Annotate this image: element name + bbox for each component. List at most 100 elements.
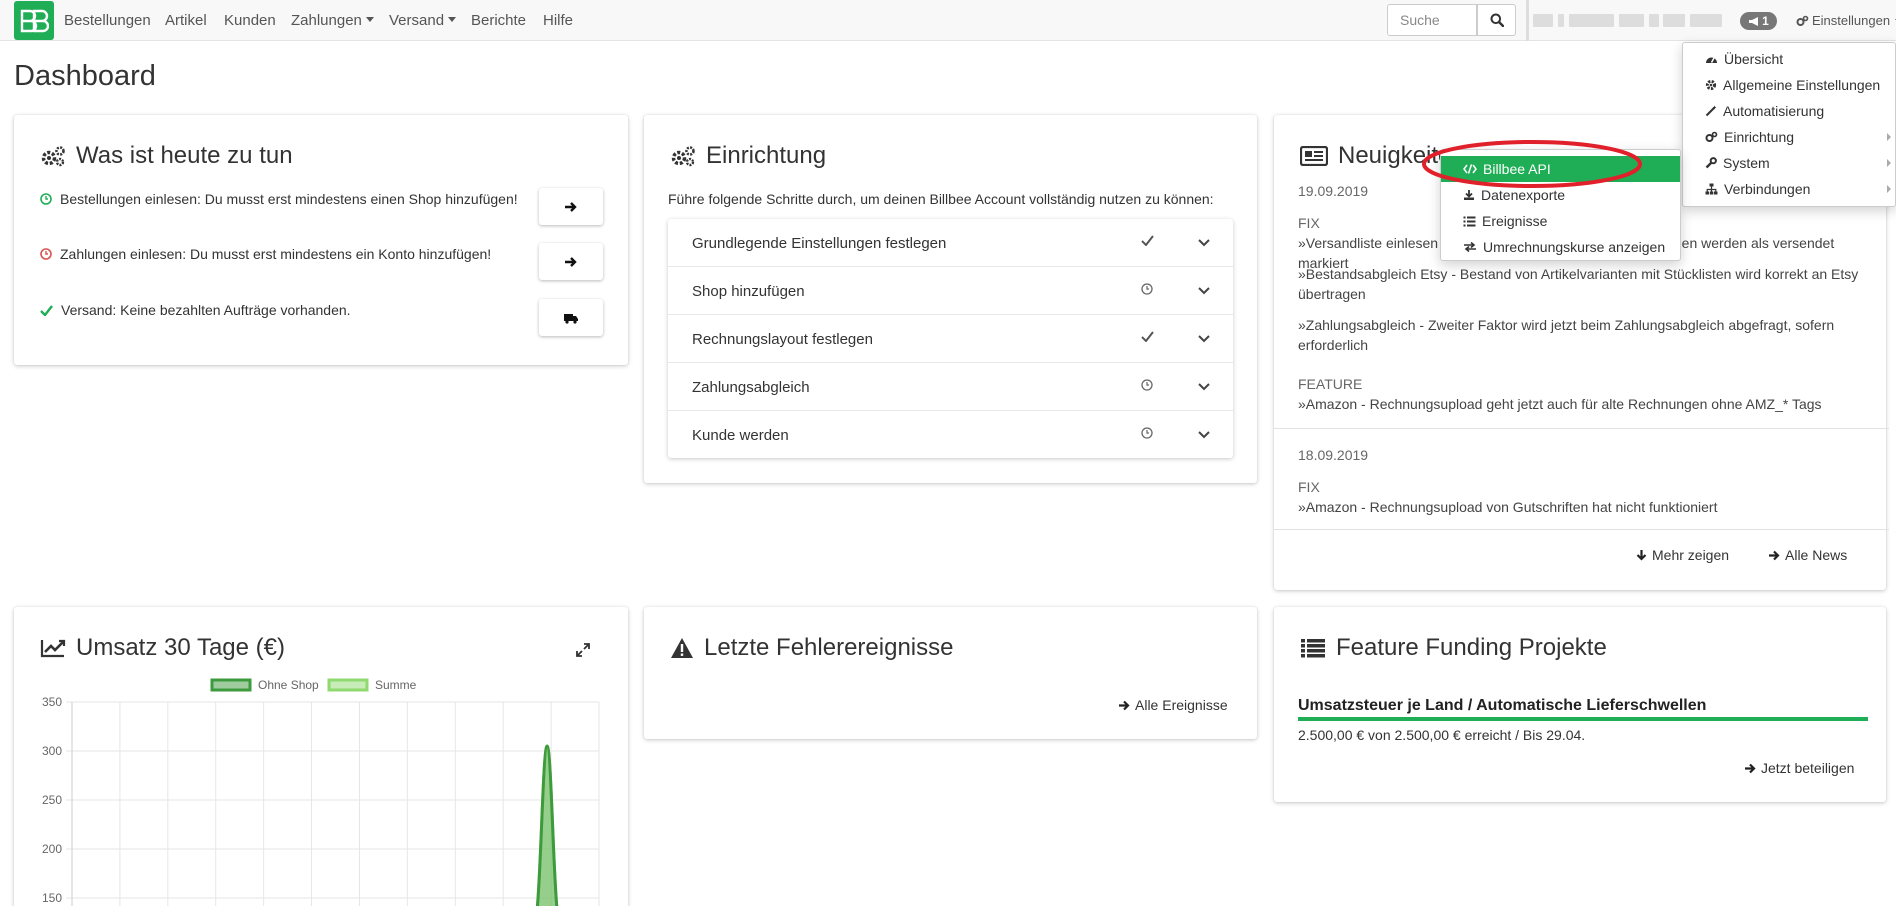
settings-item-system[interactable]: System xyxy=(1683,150,1896,176)
todo-panel: Was ist heute zu tun Bestellungen einles… xyxy=(14,115,628,365)
gears-icon xyxy=(671,146,695,167)
notifications-badge[interactable]: 1 xyxy=(1740,12,1777,30)
expand-icon[interactable] xyxy=(576,643,590,657)
check-icon xyxy=(1141,235,1154,246)
legend-swatch xyxy=(210,678,252,692)
settings-item-general[interactable]: Allgemeine Einstellungen xyxy=(1683,72,1896,98)
chevron-down-icon[interactable] xyxy=(1198,383,1210,391)
nav-kunden[interactable]: Kunden xyxy=(224,12,276,29)
chevron-down-icon[interactable] xyxy=(1198,431,1210,439)
gears-icon xyxy=(1705,131,1718,142)
errors-panel: Letzte Fehlerereignisse Alle Ereignisse xyxy=(644,607,1257,739)
news-entry: »Zahlungsabgleich - Zweiter Faktor wird … xyxy=(1298,317,1835,353)
todo-item-text: Zahlungen einlesen: Du musst erst mindes… xyxy=(60,246,492,262)
funding-progress-text: 2.500,00 € von 2.500,00 € erreicht / Bis… xyxy=(1298,727,1586,743)
legend-label: Ohne Shop xyxy=(258,678,319,692)
search-button[interactable] xyxy=(1477,4,1516,36)
settings-label: Einstellungen xyxy=(1812,13,1891,28)
highlight-annotation xyxy=(1422,140,1642,188)
y-tick-label: 300 xyxy=(42,744,62,758)
clock-icon xyxy=(1141,283,1153,295)
setup-step[interactable]: Rechnungslayout festlegen xyxy=(668,315,1233,363)
funding-project-title[interactable]: Umsatzsteuer je Land / Automatische Lief… xyxy=(1298,697,1706,715)
setup-intro: Führe folgende Schritte durch, um deinen… xyxy=(668,191,1214,207)
setup-step[interactable]: Shop hinzufügen xyxy=(668,267,1233,315)
settings-item-label: Allgemeine Einstellungen xyxy=(1723,77,1881,93)
nav-versand[interactable]: Versand xyxy=(389,12,457,29)
nav-separator xyxy=(1526,0,1529,41)
clock-icon xyxy=(40,193,52,205)
clock-icon xyxy=(40,248,52,260)
todo-item-text: Versand: Keine bezahlten Aufträge vorhan… xyxy=(61,302,351,318)
todo-title-text: Was ist heute zu tun xyxy=(76,142,293,169)
submenu-caret-icon xyxy=(1887,159,1891,167)
settings-item-automation[interactable]: Automatisierung xyxy=(1683,98,1896,124)
nav-artikel[interactable]: Artikel xyxy=(165,12,207,29)
news-more-link[interactable]: Mehr zeigen xyxy=(1636,547,1729,563)
list-icon xyxy=(1463,216,1476,226)
setup-step[interactable]: Zahlungsabgleich xyxy=(668,363,1233,411)
news-date: 18.09.2019 xyxy=(1298,447,1369,463)
warning-icon xyxy=(671,638,693,658)
line-chart-icon xyxy=(40,639,66,658)
funding-title-text: Feature Funding Projekte xyxy=(1336,634,1607,661)
errors-all-link[interactable]: Alle Ereignisse xyxy=(1118,697,1228,713)
submenu-caret-icon xyxy=(1887,133,1891,141)
billbee-logo-icon xyxy=(20,9,49,32)
setup-title: Einrichtung xyxy=(670,142,826,170)
settings-dropdown: Übersicht Allgemeine Einstellungen Autom… xyxy=(1682,42,1896,207)
settings-item-setup[interactable]: Einrichtung xyxy=(1683,124,1896,150)
news-more-label: Mehr zeigen xyxy=(1652,547,1730,563)
funding-join-label: Jetzt beteiligen xyxy=(1761,760,1855,776)
y-tick-label: 200 xyxy=(42,842,62,856)
setup-title-text: Einrichtung xyxy=(706,142,827,169)
errors-title: Letzte Fehlerereignisse xyxy=(670,634,953,662)
todo-go-button[interactable] xyxy=(539,243,603,280)
chevron-down-icon[interactable] xyxy=(1198,239,1210,247)
gears-icon xyxy=(1796,15,1809,26)
nav-berichte[interactable]: Berichte xyxy=(471,12,526,29)
todo-go-button[interactable] xyxy=(539,188,603,225)
todo-item: Versand: Keine bezahlten Aufträge vorhan… xyxy=(40,302,351,318)
nav-zahlungen[interactable]: Zahlungen xyxy=(291,12,374,29)
nav-bestellungen[interactable]: Bestellungen xyxy=(64,12,151,29)
clock-icon xyxy=(1141,379,1153,391)
arrow-right-icon xyxy=(565,256,577,267)
chevron-down-icon[interactable] xyxy=(1198,287,1210,295)
sitemap-icon xyxy=(1705,183,1718,195)
news-entry: »Amazon - Rechnungsupload geht jetzt auc… xyxy=(1298,396,1822,412)
system-item-events[interactable]: Ereignisse xyxy=(1441,208,1680,234)
settings-menu-toggle[interactable]: Einstellungen xyxy=(1796,13,1896,28)
search-input[interactable] xyxy=(1387,4,1477,36)
errors-all-label: Alle Ereignisse xyxy=(1135,697,1228,713)
caret-down-icon xyxy=(448,17,457,22)
settings-item-label: Automatisierung xyxy=(1723,103,1825,119)
setup-step[interactable]: Kunde werden xyxy=(668,411,1233,459)
submenu-caret-icon xyxy=(1887,185,1891,193)
todo-item: Bestellungen einlesen: Du musst erst min… xyxy=(40,191,518,207)
check-icon xyxy=(1141,331,1154,342)
news-category: FIX xyxy=(1298,479,1320,495)
setup-panel: Einrichtung Führe folgende Schritte durc… xyxy=(644,115,1257,483)
setup-step-label: Kunde werden xyxy=(692,427,789,444)
settings-item-label: System xyxy=(1723,155,1770,171)
settings-item-label: Verbindungen xyxy=(1724,181,1811,197)
chevron-down-icon[interactable] xyxy=(1198,335,1210,343)
y-tick-label: 350 xyxy=(42,695,62,709)
wrench-icon xyxy=(1705,157,1717,169)
clock-icon xyxy=(1141,427,1153,439)
system-item-exchange-rates[interactable]: Umrechnungskurse anzeigen xyxy=(1441,234,1680,260)
todo-shipping-button[interactable] xyxy=(539,299,603,336)
nav-hilfe[interactable]: Hilfe xyxy=(543,12,573,29)
news-date: 19.09.2019 xyxy=(1298,183,1369,199)
settings-item-connections[interactable]: Verbindungen xyxy=(1683,176,1896,202)
billbee-logo[interactable] xyxy=(14,1,54,40)
setup-steps-list: Grundlegende Einstellungen festlegen Sho… xyxy=(668,219,1233,458)
nav-versand-label: Versand xyxy=(389,12,445,29)
news-entry: »Bestandsabgleich Etsy - Bestand von Art… xyxy=(1298,266,1859,302)
revenue-chart: Ohne Shop Summe 350 300 250 200 150 xyxy=(42,678,600,906)
news-all-link[interactable]: Alle News xyxy=(1768,547,1847,563)
settings-item-overview[interactable]: Übersicht xyxy=(1683,46,1896,72)
funding-join-link[interactable]: Jetzt beteiligen xyxy=(1744,760,1854,776)
setup-step[interactable]: Grundlegende Einstellungen festlegen xyxy=(668,219,1233,267)
